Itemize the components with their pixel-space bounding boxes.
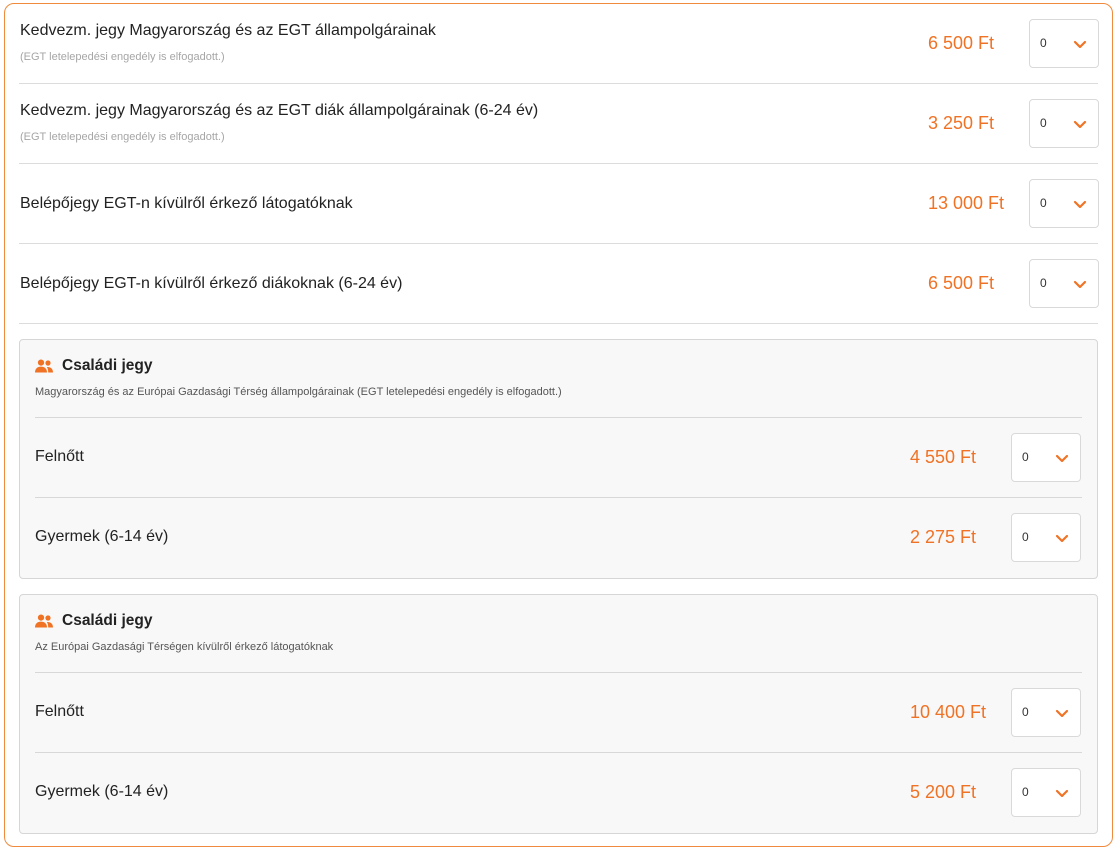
quantity-select[interactable]: 0 (1011, 688, 1081, 737)
family-ticket-title: Családi jegy (62, 612, 153, 629)
quantity-value: 0 (1022, 530, 1029, 544)
ticket-row: Kedvezm. jegy Magyarország és az EGT áll… (19, 4, 1099, 84)
family-ticket-row: Felnőtt 10 400 Ft 0 (35, 673, 1082, 753)
quantity-select[interactable]: 0 (1011, 433, 1081, 482)
ticket-name: Felnőtt (35, 703, 84, 720)
quantity-value: 0 (1040, 196, 1047, 210)
ticket-name: Belépőjegy EGT-n kívülről érkező látogat… (20, 195, 353, 212)
ticket-row: Belépőjegy EGT-n kívülről érkező diákokn… (19, 244, 1099, 324)
ticket-price: 3 250 Ft (928, 113, 995, 133)
ticket-price: 4 550 Ft (910, 447, 977, 467)
ticket-row: Kedvezm. jegy Magyarország és az EGT diá… (19, 84, 1099, 164)
chevron-down-icon (1073, 280, 1087, 289)
quantity-select[interactable]: 0 (1011, 513, 1081, 562)
ticket-name: Kedvezm. jegy Magyarország és az EGT áll… (20, 22, 436, 39)
family-ticket-header: Családi jegy Magyarország és az Európai … (35, 340, 1082, 418)
family-ticket-group: Családi jegy Magyarország és az Európai … (19, 339, 1098, 579)
quantity-select[interactable]: 0 (1029, 99, 1099, 148)
ticket-name: Gyermek (6-14 év) (35, 783, 169, 800)
chevron-down-icon (1073, 40, 1087, 49)
quantity-value: 0 (1040, 36, 1047, 50)
quantity-value: 0 (1022, 785, 1029, 799)
quantity-value: 0 (1040, 116, 1047, 130)
ticket-note: (EGT letelepedési engedély is elfogadott… (20, 131, 225, 143)
ticket-price: 13 000 Ft (928, 193, 1005, 213)
ticket-panel: Kedvezm. jegy Magyarország és az EGT áll… (4, 3, 1113, 847)
chevron-down-icon (1055, 534, 1069, 543)
chevron-down-icon (1055, 454, 1069, 463)
users-icon (35, 359, 53, 373)
family-ticket-row: Gyermek (6-14 év) 5 200 Ft 0 (35, 753, 1082, 833)
ticket-name: Kedvezm. jegy Magyarország és az EGT diá… (20, 102, 539, 119)
ticket-name: Felnőtt (35, 448, 84, 465)
family-ticket-group: Családi jegy Az Európai Gazdasági Térség… (19, 594, 1098, 834)
ticket-name: Belépőjegy EGT-n kívülről érkező diákokn… (20, 275, 403, 292)
quantity-value: 0 (1022, 450, 1029, 464)
family-ticket-row: Felnőtt 4 550 Ft 0 (35, 418, 1082, 498)
quantity-select[interactable]: 0 (1029, 179, 1099, 228)
quantity-select[interactable]: 0 (1029, 19, 1099, 68)
ticket-price: 6 500 Ft (928, 273, 995, 293)
ticket-price: 10 400 Ft (910, 702, 987, 722)
chevron-down-icon (1055, 709, 1069, 718)
quantity-value: 0 (1022, 705, 1029, 719)
ticket-price: 2 275 Ft (910, 527, 977, 547)
family-ticket-title: Családi jegy (62, 357, 153, 374)
quantity-select[interactable]: 0 (1011, 768, 1081, 817)
family-ticket-row: Gyermek (6-14 év) 2 275 Ft 0 (35, 498, 1082, 578)
ticket-name: Gyermek (6-14 év) (35, 528, 169, 545)
family-ticket-description: Magyarország és az Európai Gazdasági Tér… (35, 386, 562, 398)
family-ticket-header: Családi jegy Az Európai Gazdasági Térség… (35, 595, 1082, 673)
chevron-down-icon (1055, 789, 1069, 798)
quantity-select[interactable]: 0 (1029, 259, 1099, 308)
quantity-value: 0 (1040, 276, 1047, 290)
ticket-price: 5 200 Ft (910, 782, 977, 802)
ticket-note: (EGT letelepedési engedély is elfogadott… (20, 51, 225, 63)
family-ticket-description: Az Európai Gazdasági Térségen kívülről é… (35, 641, 334, 653)
ticket-row: Belépőjegy EGT-n kívülről érkező látogat… (19, 164, 1099, 244)
chevron-down-icon (1073, 120, 1087, 129)
ticket-price: 6 500 Ft (928, 33, 995, 53)
chevron-down-icon (1073, 200, 1087, 209)
users-icon (35, 614, 53, 628)
